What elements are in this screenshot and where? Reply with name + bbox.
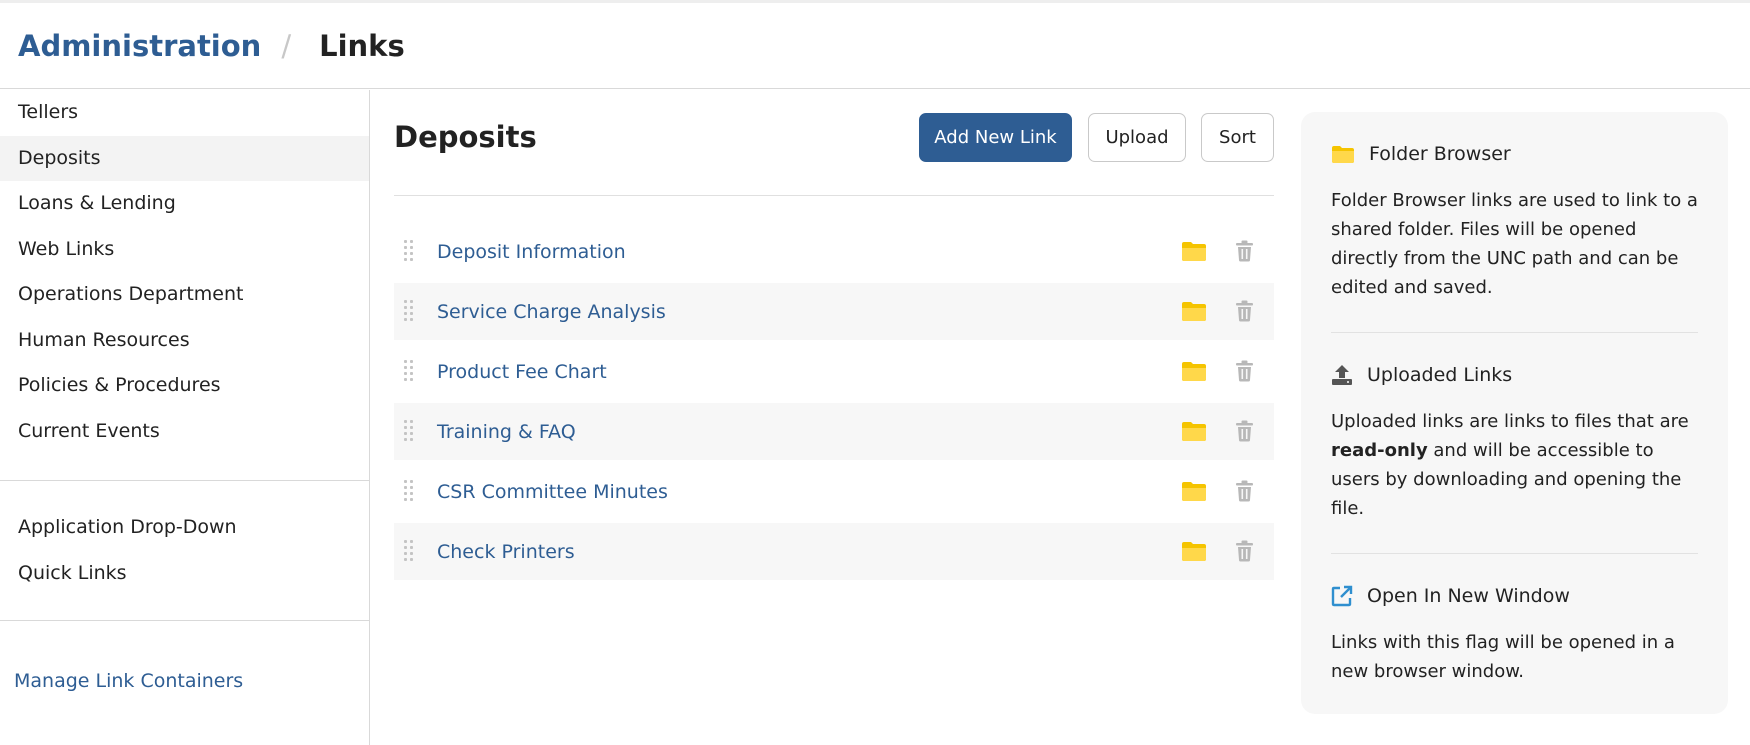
info-new-window: Open In New Window Links with this flag … <box>1331 554 1698 686</box>
drag-handle-icon[interactable] <box>404 360 416 384</box>
link-row: Service Charge Analysis <box>394 283 1274 340</box>
info-folder-browser: Folder Browser Folder Browser links are … <box>1331 112 1698 333</box>
drag-handle-icon[interactable] <box>404 420 416 444</box>
upload-icon <box>1332 365 1352 385</box>
trash-icon[interactable] <box>1235 360 1254 382</box>
info-panel: Folder Browser Folder Browser links are … <box>1301 112 1728 714</box>
trash-icon[interactable] <box>1235 480 1254 502</box>
sidebar-item-deposits[interactable]: Deposits <box>0 135 369 181</box>
sidebar-item-web-links[interactable]: Web Links <box>0 227 369 273</box>
sidebar-item-application-drop-down[interactable]: Application Drop-Down <box>0 505 369 551</box>
folder-icon[interactable] <box>1181 481 1207 502</box>
folder-icon[interactable] <box>1181 301 1207 322</box>
trash-icon[interactable] <box>1235 420 1254 442</box>
breadcrumb-administration[interactable]: Administration <box>18 29 261 63</box>
sidebar-item-current-events[interactable]: Current Events <box>0 409 369 455</box>
link-label[interactable]: CSR Committee Minutes <box>437 481 668 503</box>
info-uploaded-text-bold: read-only <box>1331 440 1428 461</box>
folder-icon[interactable] <box>1181 241 1207 262</box>
info-uploaded-text-before: Uploaded links are links to files that a… <box>1331 411 1689 432</box>
info-folder-browser-header: Folder Browser <box>1331 138 1698 170</box>
link-row: Deposit Information <box>394 223 1274 280</box>
links-panel: Deposits Add New Link Upload Sort Deposi… <box>394 90 1274 583</box>
link-row: CSR Committee Minutes <box>394 463 1274 520</box>
link-row: Training & FAQ <box>394 403 1274 460</box>
link-label[interactable]: Service Charge Analysis <box>437 301 666 323</box>
breadcrumb-separator: / <box>281 28 292 63</box>
drag-handle-icon[interactable] <box>404 480 416 504</box>
breadcrumb-current: Links <box>319 28 405 63</box>
container-title: Deposits <box>394 120 537 154</box>
drag-handle-icon[interactable] <box>404 240 416 264</box>
info-folder-browser-title: Folder Browser <box>1369 143 1511 165</box>
drag-handle-icon[interactable] <box>404 540 416 564</box>
link-row: Check Printers <box>394 523 1274 580</box>
sidebar-item-operations-department[interactable]: Operations Department <box>0 272 369 318</box>
info-uploaded-links: Uploaded Links Uploaded links are links … <box>1331 333 1698 554</box>
sort-button[interactable]: Sort <box>1201 113 1274 162</box>
link-label[interactable]: Product Fee Chart <box>437 361 607 383</box>
link-label[interactable]: Deposit Information <box>437 241 626 263</box>
sidebar-divider <box>0 620 369 621</box>
trash-icon[interactable] <box>1235 240 1254 262</box>
link-label[interactable]: Training & FAQ <box>437 421 576 443</box>
folder-icon[interactable] <box>1181 361 1207 382</box>
add-new-link-button[interactable]: Add New Link <box>919 113 1072 162</box>
sidebar: Tellers Deposits Loans & Lending Web Lin… <box>0 90 370 745</box>
info-uploaded-links-header: Uploaded Links <box>1331 359 1698 391</box>
info-folder-browser-text: Folder Browser links are used to link to… <box>1331 190 1698 298</box>
sidebar-divider <box>0 480 369 481</box>
sidebar-item-tellers[interactable]: Tellers <box>0 90 369 136</box>
sidebar-item-policies-procedures[interactable]: Policies & Procedures <box>0 363 369 409</box>
upload-button[interactable]: Upload <box>1088 113 1186 162</box>
manage-link-containers-link[interactable]: Manage Link Containers <box>0 661 369 701</box>
sidebar-item-loans-lending[interactable]: Loans & Lending <box>0 181 369 227</box>
sidebar-item-human-resources[interactable]: Human Resources <box>0 318 369 364</box>
link-label[interactable]: Check Printers <box>437 541 575 563</box>
info-new-window-header: Open In New Window <box>1331 580 1698 612</box>
info-uploaded-links-text: Uploaded links are links to files that a… <box>1331 407 1698 523</box>
sidebar-group-special: Application Drop-Down Quick Links <box>0 505 369 596</box>
folder-icon[interactable] <box>1181 541 1207 562</box>
sidebar-item-quick-links[interactable]: Quick Links <box>0 551 369 597</box>
folder-icon[interactable] <box>1181 421 1207 442</box>
sidebar-group-containers: Tellers Deposits Loans & Lending Web Lin… <box>0 90 369 454</box>
link-row: Product Fee Chart <box>394 343 1274 400</box>
folder-icon <box>1332 145 1354 163</box>
trash-icon[interactable] <box>1235 300 1254 322</box>
info-new-window-title: Open In New Window <box>1367 585 1570 607</box>
drag-handle-icon[interactable] <box>404 300 416 324</box>
trash-icon[interactable] <box>1235 540 1254 562</box>
info-uploaded-links-title: Uploaded Links <box>1367 364 1513 386</box>
external-link-icon <box>1331 585 1353 607</box>
info-new-window-text: Links with this flag will be opened in a… <box>1331 632 1675 682</box>
links-panel-header: Deposits Add New Link Upload Sort <box>394 90 1274 196</box>
page-header: Administration / Links <box>0 3 1750 89</box>
link-list: Deposit Information Service Charge Analys… <box>394 223 1274 580</box>
